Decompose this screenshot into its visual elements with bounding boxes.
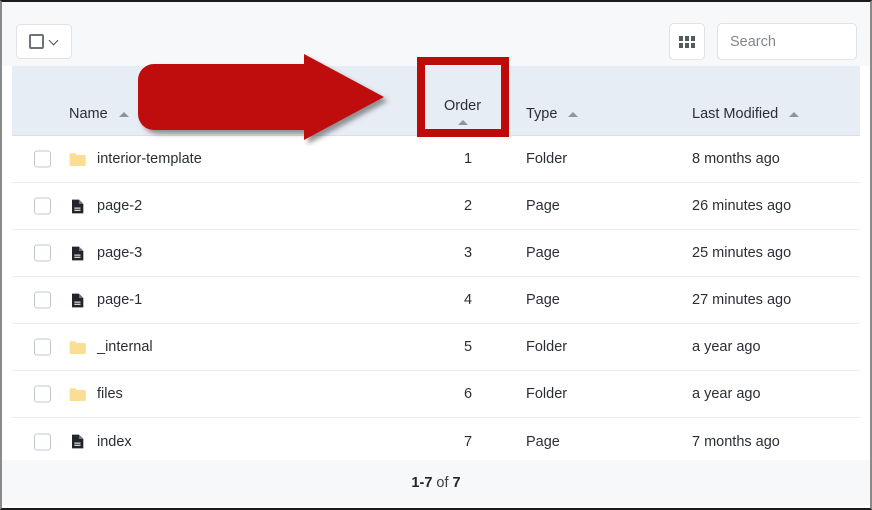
folder-icon <box>69 387 86 401</box>
cell-type: Folder <box>526 386 568 402</box>
table-row[interactable]: page-1 4 Page 27 minutes ago <box>12 277 860 324</box>
cell-name[interactable]: _internal <box>69 339 153 355</box>
cell-last-modified: 27 minutes ago <box>692 292 792 308</box>
table-body: interior-template 1 Folder 8 months ago page… <box>12 136 860 465</box>
column-header-type[interactable]: Type <box>526 106 579 122</box>
cell-name[interactable]: files <box>69 386 123 402</box>
pagination-of-label: of <box>436 475 449 491</box>
column-header-type-label: Type <box>526 106 558 122</box>
cell-type: Page <box>526 198 560 214</box>
table-row[interactable]: files 6 Folder a year ago <box>12 371 860 418</box>
row-checkbox[interactable] <box>34 197 51 215</box>
cell-type: Page <box>526 245 560 261</box>
cell-name[interactable]: page-3 <box>69 245 142 261</box>
cell-order: 6 <box>463 386 473 402</box>
folder-icon <box>69 340 86 354</box>
row-checkbox[interactable] <box>34 338 51 356</box>
sort-ascending-icon[interactable] <box>457 120 468 125</box>
grid-view-button[interactable] <box>669 23 705 60</box>
cell-last-modified: 8 months ago <box>692 151 780 167</box>
row-checkbox[interactable] <box>34 385 51 403</box>
table-row[interactable]: _internal 5 Folder a year ago <box>12 324 860 371</box>
file-name-label: interior-template <box>97 151 202 167</box>
column-header-order[interactable]: Order <box>444 98 481 125</box>
file-name-label: page-1 <box>97 292 143 308</box>
chevron-down-icon[interactable] <box>50 37 59 46</box>
pagination-footer: 1-7 of 7 <box>2 459 870 506</box>
cell-order: 3 <box>463 245 473 261</box>
cell-name[interactable]: interior-template <box>69 151 202 167</box>
table-header-row: Name Order Type Last Modified <box>12 66 860 136</box>
column-header-order-label: Order <box>444 98 482 114</box>
column-header-last-modified[interactable]: Last Modified <box>692 106 800 122</box>
pagination-range: 1-7 <box>411 475 433 491</box>
pagination-total: 7 <box>452 475 461 491</box>
cell-order: 4 <box>463 292 473 308</box>
column-header-name[interactable]: Name <box>69 106 129 122</box>
file-name-label: page-2 <box>97 198 143 214</box>
cell-last-modified: 25 minutes ago <box>692 245 792 261</box>
file-manager-window: Name Order Type Last Modified interior-t… <box>0 0 872 510</box>
table-row[interactable]: page-2 2 Page 26 minutes ago <box>12 183 860 230</box>
page-icon <box>72 293 84 307</box>
file-name-label: files <box>97 386 123 402</box>
row-checkbox[interactable] <box>34 150 51 168</box>
folder-icon <box>69 152 86 166</box>
grid-view-icon <box>679 35 695 48</box>
cell-last-modified: a year ago <box>692 386 761 402</box>
cell-order: 5 <box>463 339 473 355</box>
cell-type: Page <box>526 433 560 450</box>
file-name-label: _internal <box>97 339 153 355</box>
cell-type: Page <box>526 292 560 308</box>
checkbox-icon[interactable] <box>29 34 44 49</box>
page-icon <box>72 246 84 260</box>
row-checkbox[interactable] <box>34 433 51 450</box>
select-all-dropdown-button[interactable] <box>16 24 72 59</box>
row-checkbox[interactable] <box>34 244 51 262</box>
column-header-name-label: Name <box>69 106 108 122</box>
cell-order: 7 <box>463 433 473 450</box>
cell-last-modified: 7 months ago <box>692 433 780 450</box>
file-table: Name Order Type Last Modified interior-t… <box>12 66 860 460</box>
cell-last-modified: a year ago <box>692 339 761 355</box>
cell-last-modified: 26 minutes ago <box>692 198 792 214</box>
file-name-label: index <box>97 433 132 450</box>
cell-type: Folder <box>526 151 568 167</box>
page-icon <box>72 434 84 449</box>
cell-order: 2 <box>463 198 473 214</box>
cell-type: Folder <box>526 339 568 355</box>
search-input[interactable] <box>717 23 857 60</box>
toolbar <box>2 2 870 66</box>
table-row[interactable]: page-3 3 Page 25 minutes ago <box>12 230 860 277</box>
table-row[interactable]: index 7 Page 7 months ago <box>12 418 860 465</box>
file-name-label: page-3 <box>97 245 143 261</box>
cell-name[interactable]: page-1 <box>69 292 142 308</box>
cell-order: 1 <box>463 151 473 167</box>
cell-name[interactable]: index <box>69 434 132 450</box>
sort-ascending-icon[interactable] <box>118 111 129 117</box>
page-icon <box>72 199 84 213</box>
cell-name[interactable]: page-2 <box>69 198 142 214</box>
column-header-last-modified-label: Last Modified <box>692 106 779 122</box>
sort-ascending-icon[interactable] <box>568 111 579 117</box>
row-checkbox[interactable] <box>34 291 51 309</box>
table-row[interactable]: interior-template 1 Folder 8 months ago <box>12 136 860 183</box>
sort-ascending-icon[interactable] <box>789 111 800 117</box>
